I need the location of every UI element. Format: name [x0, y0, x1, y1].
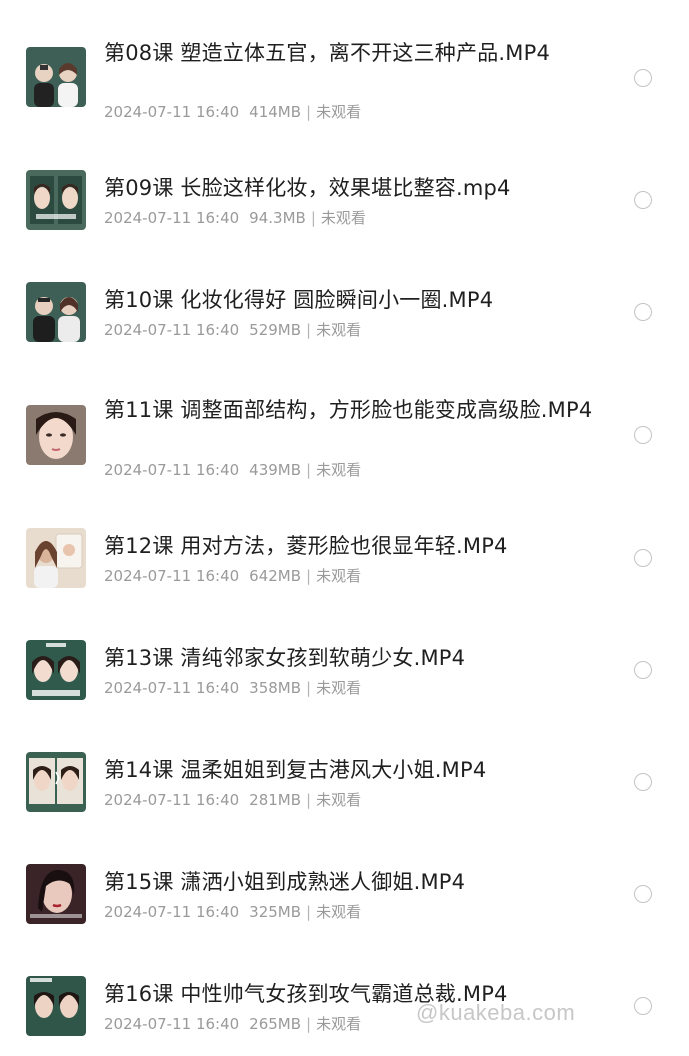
- select-radio[interactable]: [634, 69, 652, 87]
- select-radio[interactable]: [634, 191, 652, 209]
- file-title: 第10课 化妆化得好 圆脸瞬间小一圈.MP4: [104, 288, 494, 312]
- video-thumbnail-image: [26, 170, 86, 230]
- file-title: 第09课 长脸这样化妆，效果堪比整容.mp4: [104, 176, 511, 200]
- select-radio[interactable]: [634, 885, 652, 903]
- file-meta: 2024-07-11 16:40 414MB | 未观看: [104, 102, 361, 122]
- meta-separator: |: [306, 903, 312, 921]
- file-date: 2024-07-11 16:40: [104, 209, 240, 227]
- file-date: 2024-07-11 16:40: [104, 1015, 240, 1033]
- watch-status: 未观看: [316, 461, 362, 479]
- file-title: 第15课 潇洒小姐到成熟迷人御姐.MP4: [104, 870, 466, 894]
- file-size: 642MB: [249, 567, 302, 585]
- video-thumbnail-image: [26, 528, 86, 588]
- file-title: 第11课 调整面部结构，方形脸也能变成高级脸.MP4: [104, 398, 593, 422]
- watch-status: 未观看: [316, 679, 362, 697]
- file-date: 2024-07-11 16:40: [104, 567, 240, 585]
- file-size: 439MB: [249, 461, 302, 479]
- file-date: 2024-07-11 16:40: [104, 103, 240, 121]
- file-meta: 2024-07-11 16:40 325MB | 未观看: [104, 902, 361, 922]
- video-thumbnail-image: [26, 405, 86, 465]
- watch-status: 未观看: [316, 903, 362, 921]
- video-thumbnail[interactable]: [26, 405, 86, 465]
- file-title: 第14课 温柔姐姐到复古港风大小姐.MP4: [104, 758, 487, 782]
- watch-status: 未观看: [316, 321, 362, 339]
- meta-separator: |: [306, 1015, 312, 1033]
- file-meta: 2024-07-11 16:40 265MB | 未观看: [104, 1014, 361, 1034]
- video-thumbnail-image: [26, 752, 86, 812]
- video-thumbnail-image: [26, 47, 86, 107]
- watch-status: 未观看: [316, 103, 362, 121]
- file-title: 第13课 清纯邻家女孩到软萌少女.MP4: [104, 646, 466, 670]
- select-radio[interactable]: [634, 303, 652, 321]
- meta-separator: |: [306, 103, 312, 121]
- select-radio[interactable]: [634, 773, 652, 791]
- watch-status: 未观看: [316, 567, 362, 585]
- select-radio[interactable]: [634, 426, 652, 444]
- video-thumbnail-image: [26, 640, 86, 700]
- file-size: 325MB: [249, 903, 302, 921]
- file-size: 358MB: [249, 679, 302, 697]
- video-thumbnail-image: [26, 282, 86, 342]
- file-date: 2024-07-11 16:40: [104, 791, 240, 809]
- meta-separator: |: [306, 679, 312, 697]
- file-date: 2024-07-11 16:40: [104, 321, 240, 339]
- watch-status: 未观看: [316, 1015, 362, 1033]
- video-thumbnail-image: [26, 864, 86, 924]
- watch-status: 未观看: [316, 791, 362, 809]
- select-radio[interactable]: [634, 997, 652, 1015]
- video-thumbnail[interactable]: [26, 976, 86, 1036]
- file-meta: 2024-07-11 16:40 94.3MB | 未观看: [104, 208, 366, 228]
- meta-separator: |: [306, 567, 312, 585]
- video-thumbnail[interactable]: [26, 170, 86, 230]
- meta-separator: |: [306, 791, 312, 809]
- file-size: 281MB: [249, 791, 302, 809]
- file-size: 265MB: [249, 1015, 302, 1033]
- file-title: 第12课 用对方法，菱形脸也很显年轻.MP4: [104, 534, 508, 558]
- file-date: 2024-07-11 16:40: [104, 679, 240, 697]
- file-list: 第08课 塑造立体五官，离不开这三种产品.MP4 2024-07-11 16:4…: [0, 0, 689, 1056]
- video-thumbnail[interactable]: [26, 47, 86, 107]
- file-meta: 2024-07-11 16:40 529MB | 未观看: [104, 320, 361, 340]
- video-thumbnail[interactable]: [26, 864, 86, 924]
- meta-separator: |: [310, 209, 316, 227]
- file-size: 94.3MB: [249, 209, 306, 227]
- file-size: 529MB: [249, 321, 302, 339]
- video-thumbnail[interactable]: [26, 752, 86, 812]
- file-meta: 2024-07-11 16:40 439MB | 未观看: [104, 460, 361, 480]
- file-meta: 2024-07-11 16:40 358MB | 未观看: [104, 678, 361, 698]
- video-thumbnail[interactable]: [26, 282, 86, 342]
- file-size: 414MB: [249, 103, 302, 121]
- select-radio[interactable]: [634, 549, 652, 567]
- file-date: 2024-07-11 16:40: [104, 461, 240, 479]
- video-thumbnail-image: [26, 976, 86, 1036]
- meta-separator: |: [306, 461, 312, 479]
- meta-separator: |: [306, 321, 312, 339]
- video-thumbnail[interactable]: [26, 640, 86, 700]
- video-thumbnail[interactable]: [26, 528, 86, 588]
- file-meta: 2024-07-11 16:40 642MB | 未观看: [104, 566, 361, 586]
- file-meta: 2024-07-11 16:40 281MB | 未观看: [104, 790, 361, 810]
- select-radio[interactable]: [634, 661, 652, 679]
- watch-status: 未观看: [320, 209, 366, 227]
- watermark-text: @kuakeba.com: [416, 1000, 576, 1025]
- file-date: 2024-07-11 16:40: [104, 903, 240, 921]
- file-title: 第08课 塑造立体五官，离不开这三种产品.MP4: [104, 41, 551, 65]
